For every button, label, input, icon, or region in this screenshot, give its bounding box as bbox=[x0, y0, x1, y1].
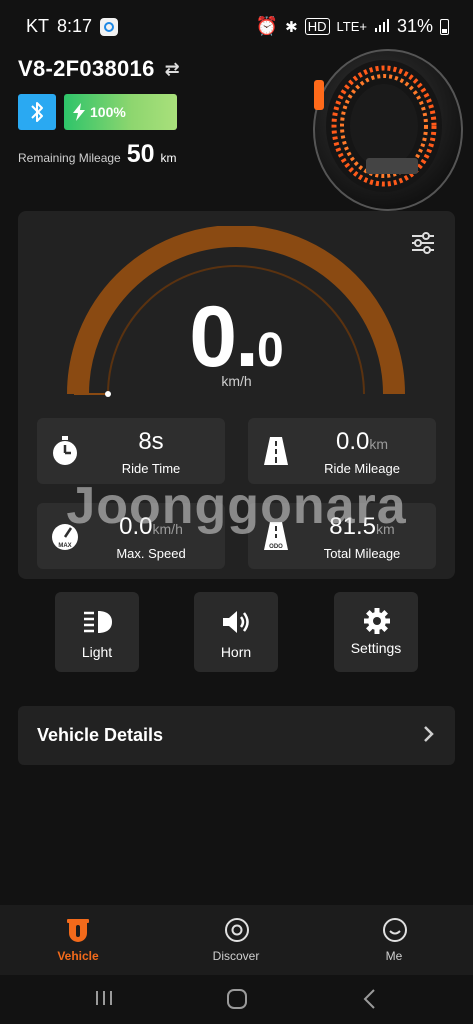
bluetooth-icon bbox=[31, 102, 43, 122]
speed-unit: km/h bbox=[221, 373, 252, 389]
light-button[interactable]: Light bbox=[55, 592, 139, 672]
device-selector[interactable]: V8-2F038016 ⇄ bbox=[18, 56, 180, 82]
nav-discover[interactable]: Discover bbox=[176, 905, 296, 975]
battery-icon bbox=[440, 18, 449, 35]
headlight-icon bbox=[84, 611, 112, 633]
nav-me[interactable]: Me bbox=[334, 905, 454, 975]
hd-badge: HD bbox=[304, 18, 330, 35]
recent-apps-icon[interactable] bbox=[94, 989, 114, 1007]
bottom-nav: Vehicle Discover Me bbox=[0, 905, 473, 975]
gauge-needle-dot bbox=[105, 391, 111, 397]
clock: 8:17 bbox=[57, 16, 93, 36]
ride-mileage-value: 0.0 bbox=[335, 428, 370, 455]
unicycle-image bbox=[313, 49, 463, 211]
filter-settings-icon[interactable] bbox=[410, 230, 436, 256]
bluetooth-status-icon: ✱ bbox=[285, 18, 298, 36]
nav-me-label: Me bbox=[385, 949, 403, 963]
ride-time-value: 8s bbox=[138, 428, 164, 455]
horn-label: Horn bbox=[220, 644, 252, 660]
smile-icon bbox=[383, 918, 407, 942]
light-label: Light bbox=[81, 644, 113, 660]
signal-icon bbox=[374, 16, 390, 37]
status-left: KT 8:17 bbox=[26, 16, 119, 37]
ride-mileage-label: Ride Mileage bbox=[324, 461, 400, 476]
speed-decimal: 0 bbox=[257, 324, 284, 377]
device-name: V8-2F038016 bbox=[18, 56, 155, 81]
settings-button[interactable]: Settings bbox=[334, 592, 418, 672]
home-icon[interactable] bbox=[226, 988, 248, 1010]
vehicle-icon bbox=[67, 919, 89, 942]
total-mileage-label: Total Mileage bbox=[323, 546, 401, 561]
horn-button[interactable]: Horn bbox=[194, 592, 278, 672]
watermark: Joonggonara bbox=[66, 477, 407, 535]
horn-icon bbox=[223, 611, 249, 633]
back-icon[interactable] bbox=[362, 988, 376, 1010]
odo-badge: ODO bbox=[269, 544, 283, 550]
battery-level-bar: 100% bbox=[64, 94, 177, 130]
max-speed-label: Max. Speed bbox=[116, 546, 186, 561]
stopwatch-icon bbox=[53, 436, 77, 465]
remaining-mileage-label: Remaining Mileage bbox=[18, 151, 121, 165]
vehicle-details-label: Vehicle Details bbox=[37, 725, 164, 745]
max-badge: MAX bbox=[58, 543, 71, 549]
nav-vehicle-label: Vehicle bbox=[57, 949, 99, 963]
status-right: ⏰ ✱ HD LTE+ 31% bbox=[256, 16, 449, 37]
vehicle-details-row[interactable]: Vehicle Details bbox=[18, 706, 455, 765]
speed-integer: 0. bbox=[189, 289, 259, 385]
settings-label: Settings bbox=[350, 640, 402, 656]
network-label: LTE+ bbox=[336, 19, 367, 34]
gear-icon bbox=[364, 608, 390, 634]
swap-icon[interactable]: ⇄ bbox=[165, 59, 180, 80]
nav-vehicle[interactable]: Vehicle bbox=[18, 905, 138, 975]
alarm-icon: ⏰ bbox=[255, 16, 279, 36]
stat-ride-time: 8s Ride Time bbox=[37, 418, 225, 484]
road-icon bbox=[264, 437, 288, 465]
ride-time-label: Ride Time bbox=[121, 461, 181, 476]
battery-percent: 31% bbox=[396, 16, 433, 36]
lightning-icon bbox=[73, 103, 85, 121]
remaining-mileage-unit: km bbox=[160, 151, 177, 165]
nav-discover-label: Discover bbox=[212, 949, 260, 963]
remaining-mileage-value: 50 bbox=[126, 140, 155, 168]
bluetooth-button[interactable] bbox=[18, 94, 56, 130]
remaining-mileage: Remaining Mileage 50 km bbox=[18, 140, 177, 169]
carrier-label: KT bbox=[26, 16, 50, 36]
system-nav-bar bbox=[0, 975, 473, 1024]
chevron-right-icon bbox=[424, 726, 434, 742]
stat-ride-mileage: 0.0km Ride Mileage bbox=[248, 418, 436, 484]
ride-mileage-unit: km bbox=[369, 436, 389, 452]
camera-app-icon bbox=[100, 17, 119, 36]
battery-level-label: 100% bbox=[90, 104, 126, 120]
discover-icon bbox=[225, 918, 249, 942]
